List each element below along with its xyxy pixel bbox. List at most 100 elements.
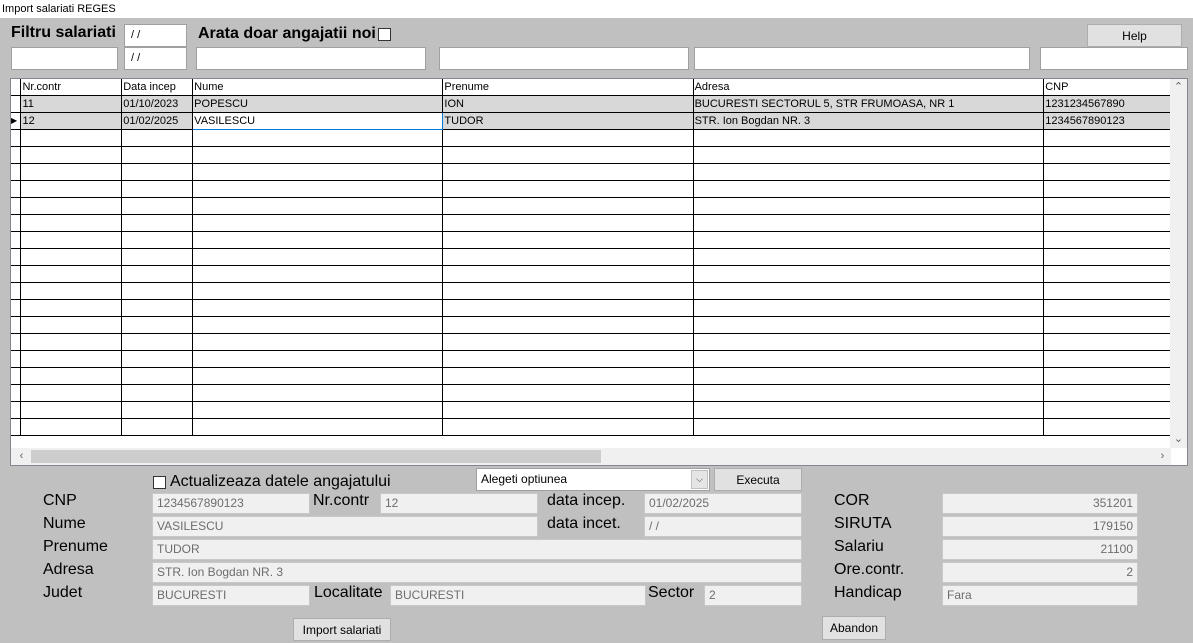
table-row-empty[interactable] (11, 299, 1187, 317)
table-row-empty[interactable] (11, 384, 1187, 402)
empty-cell[interactable] (442, 197, 694, 215)
table-row-empty[interactable] (11, 231, 1187, 249)
empty-cell[interactable] (442, 231, 694, 249)
empty-cell[interactable] (693, 163, 1045, 181)
empty-cell[interactable] (121, 180, 194, 198)
table-row-empty[interactable] (11, 367, 1187, 385)
empty-cell[interactable] (192, 214, 444, 232)
table-row-empty[interactable] (11, 265, 1187, 283)
filter-date-end[interactable]: / / (124, 47, 187, 70)
empty-cell[interactable] (693, 401, 1045, 419)
option-select[interactable]: Alegeti optiunea ⌵ (476, 468, 710, 491)
empty-cell[interactable] (192, 180, 444, 198)
table-row-empty[interactable] (11, 401, 1187, 419)
empty-cell[interactable] (442, 350, 694, 368)
import-button[interactable]: Import salariati (293, 618, 391, 641)
col-header-nrcontr[interactable]: Nr.contr (20, 79, 123, 96)
empty-cell[interactable] (121, 265, 194, 283)
table-row-empty[interactable] (11, 197, 1187, 215)
empty-cell[interactable] (1043, 146, 1187, 164)
filter-adresa-input[interactable] (694, 47, 1030, 70)
new-only-checkbox[interactable] (378, 28, 391, 41)
empty-cell[interactable] (1043, 384, 1187, 402)
empty-cell[interactable] (693, 282, 1045, 300)
cell-cnp[interactable]: 1231234567890 (1043, 95, 1187, 113)
empty-cell[interactable] (693, 129, 1045, 147)
empty-cell[interactable] (442, 384, 694, 402)
filter-nume-input[interactable] (196, 47, 426, 70)
empty-cell[interactable] (20, 350, 123, 368)
cell-adresa[interactable]: BUCURESTI SECTORUL 5, STR FRUMOASA, NR 1 (693, 95, 1045, 113)
empty-cell[interactable] (693, 316, 1045, 334)
table-row-empty[interactable] (11, 163, 1187, 181)
empty-cell[interactable] (20, 163, 123, 181)
empty-cell[interactable] (20, 231, 123, 249)
filter-prenume-input[interactable] (439, 47, 689, 70)
empty-cell[interactable] (1043, 163, 1187, 181)
empty-cell[interactable] (192, 231, 444, 249)
empty-cell[interactable] (192, 316, 444, 334)
empty-cell[interactable] (1043, 316, 1187, 334)
table-row-empty[interactable] (11, 282, 1187, 300)
horizontal-scrollbar[interactable]: ‹ › (11, 448, 1171, 465)
scroll-down-icon[interactable]: ⌄ (1170, 431, 1187, 448)
empty-cell[interactable] (20, 129, 123, 147)
table-row-empty[interactable] (11, 418, 1187, 436)
col-header-adresa[interactable]: Adresa (693, 79, 1045, 96)
empty-cell[interactable] (693, 350, 1045, 368)
empty-cell[interactable] (1043, 418, 1187, 436)
employees-grid[interactable]: Nr.contr Data incep Nume Prenume Adresa … (10, 78, 1188, 466)
col-header-cnp[interactable]: CNP (1043, 79, 1187, 96)
cell-nume[interactable]: POPESCU (192, 95, 444, 113)
empty-cell[interactable] (1043, 282, 1187, 300)
cell-nrcontr[interactable]: 11 (20, 95, 123, 113)
cell-prenume[interactable]: ION (442, 95, 694, 113)
cell-data-incep[interactable]: 01/02/2025 (121, 112, 194, 130)
execute-button[interactable]: Executa (714, 468, 802, 491)
table-row-selected[interactable]: ▶ 12 01/02/2025 VASILESCU TUDOR STR. Ion… (11, 111, 1187, 130)
table-row-empty[interactable] (11, 180, 1187, 198)
empty-cell[interactable] (1043, 299, 1187, 317)
empty-cell[interactable] (121, 367, 194, 385)
empty-cell[interactable] (693, 333, 1045, 351)
empty-cell[interactable] (192, 129, 444, 147)
empty-cell[interactable] (693, 265, 1045, 283)
cell-cnp[interactable]: 1234567890123 (1043, 112, 1187, 130)
empty-cell[interactable] (121, 197, 194, 215)
horizontal-scroll-thumb[interactable] (31, 450, 601, 463)
empty-cell[interactable] (192, 333, 444, 351)
empty-cell[interactable] (121, 333, 194, 351)
empty-cell[interactable] (1043, 265, 1187, 283)
empty-cell[interactable] (192, 418, 444, 436)
empty-cell[interactable] (693, 384, 1045, 402)
table-row[interactable]: 11 01/10/2023 POPESCU ION BUCURESTI SECT… (11, 95, 1187, 113)
empty-cell[interactable] (192, 265, 444, 283)
empty-cell[interactable] (442, 146, 694, 164)
empty-cell[interactable] (442, 248, 694, 266)
cell-prenume[interactable]: TUDOR (442, 112, 694, 130)
empty-cell[interactable] (693, 418, 1045, 436)
empty-cell[interactable] (20, 418, 123, 436)
empty-cell[interactable] (1043, 231, 1187, 249)
empty-cell[interactable] (20, 367, 123, 385)
empty-cell[interactable] (192, 248, 444, 266)
empty-cell[interactable] (121, 248, 194, 266)
scroll-right-icon[interactable]: › (1154, 448, 1171, 465)
empty-cell[interactable] (1043, 248, 1187, 266)
empty-cell[interactable] (20, 146, 123, 164)
cell-data-incep[interactable]: 01/10/2023 (121, 95, 194, 113)
empty-cell[interactable] (442, 316, 694, 334)
empty-cell[interactable] (1043, 367, 1187, 385)
empty-cell[interactable] (20, 333, 123, 351)
update-checkbox[interactable] (153, 476, 166, 489)
empty-cell[interactable] (20, 265, 123, 283)
empty-cell[interactable] (121, 350, 194, 368)
empty-cell[interactable] (20, 299, 123, 317)
empty-cell[interactable] (20, 214, 123, 232)
empty-cell[interactable] (121, 214, 194, 232)
scroll-left-icon[interactable]: ‹ (13, 448, 30, 465)
chevron-down-icon[interactable]: ⌵ (691, 470, 708, 489)
col-header-nume[interactable]: Nume (192, 79, 444, 96)
empty-cell[interactable] (121, 299, 194, 317)
empty-cell[interactable] (442, 418, 694, 436)
